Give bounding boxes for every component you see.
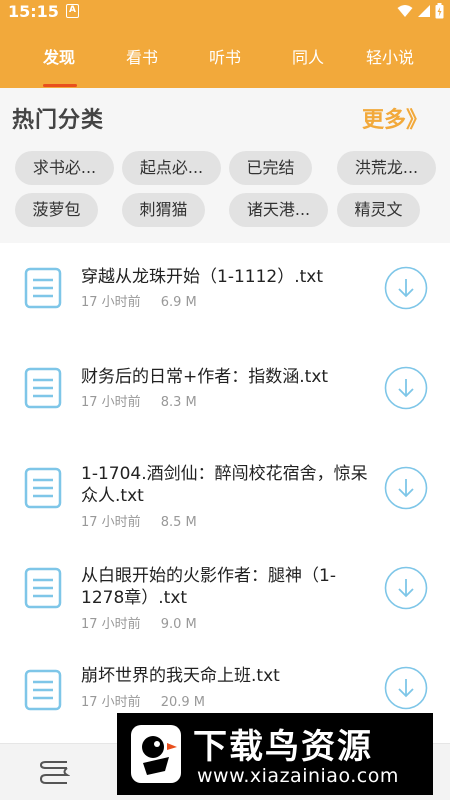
file-size: 6.9 M (160, 295, 197, 310)
download-icon[interactable] (384, 466, 428, 510)
file-time: 17 小时前 (81, 395, 141, 410)
tab-read[interactable]: 看书 (126, 44, 158, 68)
tab-bar: 发现 看书 听书 同人 轻小说 (0, 36, 450, 88)
tab-listen[interactable]: 听书 (209, 44, 241, 68)
file-list: 穿越从龙珠开始（1-1112）.txt 17 小时前 6.9 M 财务后的日常+作… (0, 243, 450, 743)
file-time: 17 小时前 (81, 617, 141, 632)
category-chip[interactable]: 刺猬猫 (122, 193, 205, 227)
tab-discover[interactable]: 发现 (43, 44, 75, 68)
file-title: 崩坏世界的我天命上班.txt (81, 666, 280, 686)
category-chip[interactable]: 菠萝包 (15, 193, 98, 227)
tab-fanfic[interactable]: 同人 (292, 44, 324, 68)
file-time: 17 小时前 (81, 515, 141, 530)
file-meta: 17 小时前 20.9 M (81, 691, 205, 710)
file-meta: 17 小时前 9.0 M (81, 613, 197, 632)
file-title: 财务后的日常+作者：指数涵.txt (81, 367, 329, 387)
file-meta: 17 小时前 8.3 M (81, 391, 197, 410)
status-bar: 15:15 A (0, 0, 450, 24)
file-meta: 17 小时前 8.5 M (81, 511, 197, 530)
document-icon (24, 467, 62, 509)
file-time: 17 小时前 (81, 295, 141, 310)
document-icon (24, 567, 62, 609)
file-title: 穿越从龙珠开始（1-1112）.txt (81, 267, 324, 287)
bird-logo-icon (131, 725, 181, 783)
category-chip[interactable]: 精灵文 (337, 193, 420, 227)
file-size: 8.3 M (160, 395, 197, 410)
download-icon[interactable] (384, 266, 428, 310)
bookshelf-icon[interactable] (38, 760, 70, 786)
list-item[interactable]: 从白眼开始的火影作者：腿神（1-1278章）.txt 17 小时前 9.0 M (0, 543, 450, 643)
category-chip[interactable]: 已完结 (229, 151, 312, 185)
file-meta: 17 小时前 6.9 M (81, 291, 197, 310)
document-icon (24, 669, 62, 711)
download-icon[interactable] (384, 366, 428, 410)
document-icon (24, 367, 62, 409)
file-time: 17 小时前 (81, 695, 141, 710)
section-title: 热门分类 (12, 108, 105, 133)
notification-icon: A (66, 4, 79, 18)
watermark: 下载鸟资源 www.xiazainiao.com (117, 713, 433, 795)
category-chip[interactable]: 洪荒龙... (337, 151, 436, 185)
category-chip[interactable]: 求书必... (15, 151, 114, 185)
list-item[interactable]: 1-1704.酒剑仙：醉闯校花宿舍，惊呆众人.txt 17 小时前 8.5 M (0, 443, 450, 543)
watermark-url: www.xiazainiao.com (197, 765, 399, 787)
category-chip[interactable]: 诸天港... (229, 193, 328, 227)
signal-icon (418, 5, 430, 17)
watermark-brand: 下载鸟资源 (193, 727, 373, 767)
wifi-icon (397, 5, 413, 17)
category-chip[interactable]: 起点必... (122, 151, 221, 185)
file-size: 20.9 M (160, 695, 205, 710)
file-title: 1-1704.酒剑仙：醉闯校花宿舍，惊呆众人.txt (81, 464, 368, 506)
list-item[interactable]: 财务后的日常+作者：指数涵.txt 17 小时前 8.3 M (0, 343, 450, 443)
download-icon[interactable] (384, 666, 428, 710)
file-size: 8.5 M (160, 515, 197, 530)
document-icon (24, 267, 62, 309)
more-link[interactable]: 更多》 (362, 102, 428, 134)
app-header: 15:15 A 发现 看书 听书 同人 轻小说 (0, 0, 450, 88)
list-item[interactable]: 穿越从龙珠开始（1-1112）.txt 17 小时前 6.9 M (0, 243, 450, 343)
status-icons (397, 3, 444, 19)
file-title: 从白眼开始的火影作者：腿神（1-1278章）.txt (81, 566, 336, 608)
hot-categories-section: 热门分类 更多》 求书必... 起点必... 已完结 洪荒龙... 菠萝包 刺猬… (0, 88, 450, 243)
tab-light-novel[interactable]: 轻小说 (366, 44, 414, 68)
file-size: 9.0 M (160, 617, 197, 632)
active-tab-indicator (43, 84, 77, 87)
battery-icon (435, 3, 444, 19)
download-icon[interactable] (384, 566, 428, 610)
status-time: 15:15 (8, 2, 59, 21)
